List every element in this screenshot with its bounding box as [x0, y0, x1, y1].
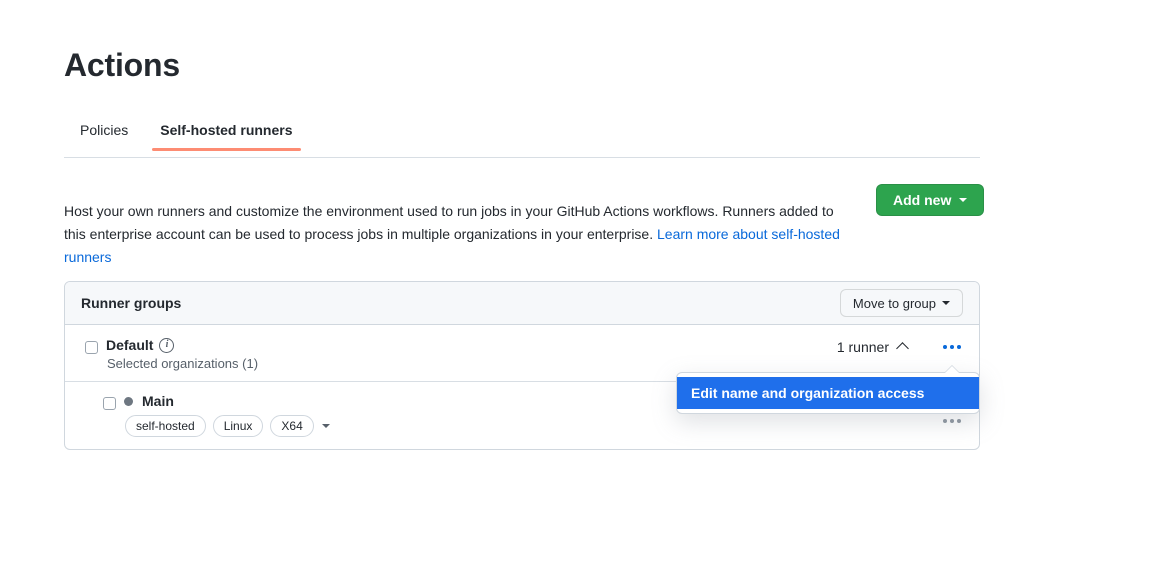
chevron-down-icon: [942, 301, 950, 305]
runner-groups-title: Runner groups: [81, 295, 181, 311]
runner-count-toggle[interactable]: 1 runner: [837, 339, 907, 355]
actions-settings-page: Actions Policies Self-hosted runners Hos…: [0, 0, 1164, 578]
chevron-up-icon: [896, 342, 909, 355]
runner-groups-card: Runner groups Move to group Default i Se…: [64, 281, 980, 450]
description-text: Host your own runners and customize the …: [64, 200, 854, 269]
group-title-line: Default i: [106, 337, 837, 353]
runner-label-self-hosted: self-hosted: [125, 415, 206, 437]
add-new-button[interactable]: Add new: [876, 184, 984, 216]
runner-labels: self-hosted Linux X64: [125, 415, 941, 437]
runner-checkbox[interactable]: [103, 397, 116, 410]
group-checkbox[interactable]: [85, 341, 98, 354]
status-dot-icon: [124, 397, 133, 406]
runner-label-x64: X64: [270, 415, 313, 437]
group-context-menu: Edit name and organization access: [676, 372, 980, 414]
group-kebab-menu-button[interactable]: [941, 341, 963, 353]
runner-kebab-menu-button[interactable]: [941, 415, 963, 427]
info-icon[interactable]: i: [159, 338, 174, 353]
group-name: Default: [106, 337, 153, 353]
tab-policies[interactable]: Policies: [64, 120, 144, 150]
chevron-down-icon: [959, 198, 967, 202]
move-to-group-button[interactable]: Move to group: [840, 289, 963, 317]
add-new-label: Add new: [893, 192, 951, 208]
runner-count-label: 1 runner: [837, 339, 889, 355]
tab-bar: Policies Self-hosted runners: [64, 120, 980, 158]
group-subtitle: Selected organizations (1): [107, 356, 837, 371]
group-info: Default i Selected organizations (1): [106, 337, 837, 371]
chevron-down-icon[interactable]: [322, 424, 330, 428]
tab-self-hosted-runners[interactable]: Self-hosted runners: [144, 120, 308, 150]
runner-label-linux: Linux: [213, 415, 264, 437]
group-actions: 1 runner: [837, 337, 963, 355]
runner-name[interactable]: Main: [142, 393, 174, 409]
menu-item-edit-name-and-organization-access[interactable]: Edit name and organization access: [677, 377, 979, 409]
move-to-group-label: Move to group: [853, 296, 936, 311]
runner-groups-header: Runner groups Move to group: [65, 282, 979, 325]
page-title: Actions: [64, 44, 180, 86]
